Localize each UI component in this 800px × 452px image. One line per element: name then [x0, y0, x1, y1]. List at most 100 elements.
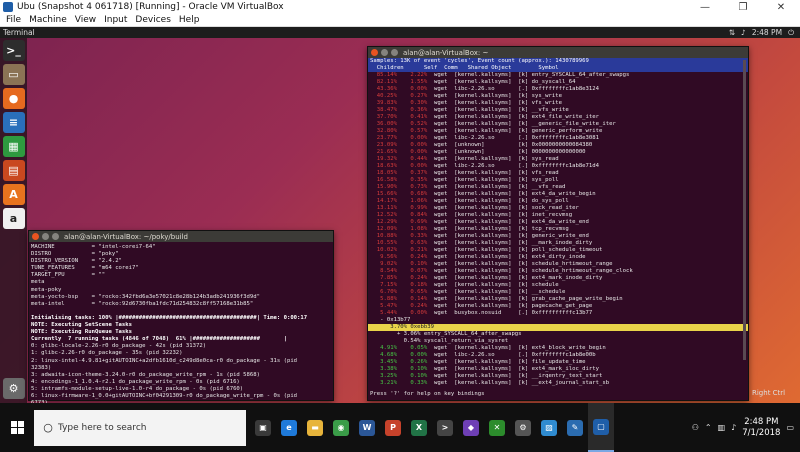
settings-icon[interactable]: ⚙ — [2, 378, 25, 399]
firefox-icon[interactable]: ● — [2, 88, 25, 109]
chevron-up-icon[interactable]: ⌃ — [705, 423, 712, 432]
perf-selected-row[interactable]: 3.70% 0xebb39 — [368, 324, 748, 331]
powerpoint-taskbar-button[interactable]: P — [380, 403, 406, 452]
perf-row[interactable]: 8.54% 0.07% wget [kernel.kallsyms] [k] s… — [368, 268, 748, 275]
menu-machine[interactable]: Machine — [29, 15, 67, 25]
explorer-taskbar-button[interactable]: ▬ — [302, 403, 328, 452]
perf-row[interactable]: 13.11% 0.99% wget [kernel.kallsyms] [k] … — [368, 205, 748, 212]
virtualbox-taskbar-button[interactable]: ▢ — [588, 403, 614, 452]
perf-row[interactable]: 3.21% 0.33% wget [kernel.kallsyms] [k] _… — [368, 380, 748, 387]
close-button[interactable]: ✕ — [762, 2, 800, 13]
maximize-dot-icon[interactable] — [391, 49, 398, 56]
virtualbox-title-bar[interactable]: Ubu (Snapshot 4 061718) [Running] - Orac… — [0, 0, 800, 14]
network-icon[interactable]: ⇅ — [729, 28, 735, 37]
taskbar-clock[interactable]: 2:48 PM 7/1/2018 — [742, 417, 780, 439]
perf-report-terminal[interactable]: alan@alan-VirtualBox: ~ Samples: 13K of … — [367, 46, 749, 401]
excel-taskbar-button[interactable]: X — [406, 403, 432, 452]
poky-build-terminal[interactable]: alan@alan-VirtualBox: ~/poky/build MACHI… — [28, 230, 334, 403]
perf-row[interactable]: 32.80% 0.57% wget [kernel.kallsyms] [k] … — [368, 128, 748, 135]
files-icon[interactable]: ▭ — [2, 64, 25, 85]
perf-row[interactable]: 9.02% 0.10% wget [kernel.kallsyms] [k] s… — [368, 261, 748, 268]
perf-callchain-row[interactable]: + 3.06% entry_SYSCALL_64_after_swapgs — [368, 331, 748, 338]
minimize-button[interactable]: — — [686, 2, 724, 13]
edge-taskbar-button[interactable]: e — [276, 403, 302, 452]
perf-row[interactable]: 10.02% 0.21% wget [kernel.kallsyms] [k] … — [368, 247, 748, 254]
perf-row[interactable]: 16.58% 0.35% wget [kernel.kallsyms] [k] … — [368, 177, 748, 184]
chrome-taskbar-button[interactable]: ◉ — [328, 403, 354, 452]
perf-row[interactable]: 10.55% 0.63% wget [kernel.kallsyms] [k] … — [368, 240, 748, 247]
perf-row[interactable]: 37.70% 0.41% wget [kernel.kallsyms] [k] … — [368, 114, 748, 121]
terminal-title-bar[interactable]: alan@alan-VirtualBox: ~ — [368, 47, 748, 58]
close-dot-icon[interactable] — [32, 233, 39, 240]
menu-help[interactable]: Help — [179, 15, 200, 25]
calc-icon[interactable]: ▦ — [2, 136, 25, 157]
menu-input[interactable]: Input — [104, 15, 127, 25]
notification-icon[interactable]: ▭ — [786, 423, 794, 432]
perf-row[interactable]: 6.70% 0.65% wget [kernel.kallsyms] [k] _… — [368, 289, 748, 296]
perf-row[interactable]: 12.29% 0.69% wget [kernel.kallsyms] [k] … — [368, 219, 748, 226]
perf-row[interactable]: 21.65% 0.00% wget [unknown] [k] 00000000… — [368, 149, 748, 156]
perf-row[interactable]: 43.36% 0.00% wget libc-2.26.so [.] 0xfff… — [368, 86, 748, 93]
amazon-icon[interactable]: a — [2, 208, 25, 229]
terminal-output[interactable]: MACHINE = "intel-corei7-64" DISTRO = "po… — [29, 242, 333, 403]
software-icon[interactable]: A — [2, 184, 25, 205]
perf-row[interactable]: 38.47% 0.36% wget [kernel.kallsyms] [k] … — [368, 107, 748, 114]
restore-button[interactable]: ❐ — [724, 2, 762, 13]
maximize-dot-icon[interactable] — [52, 233, 59, 240]
terminal-icon[interactable]: >_ — [2, 40, 25, 61]
perf-row[interactable]: 5.88% 0.14% wget [kernel.kallsyms] [k] g… — [368, 296, 748, 303]
impress-icon[interactable]: ▤ — [2, 160, 25, 181]
taskbar-search-box[interactable]: ○ Type here to search — [34, 409, 246, 446]
people-icon[interactable]: ⚇ — [692, 423, 699, 432]
perf-row[interactable]: 15.90% 0.73% wget [kernel.kallsyms] [k] … — [368, 184, 748, 191]
perf-row[interactable]: 5.47% 0.24% wget [kernel.kallsyms] [k] p… — [368, 303, 748, 310]
menu-view[interactable]: View — [75, 15, 96, 25]
perf-row[interactable]: 5.44% 0.00% wget busybox.nosuid [.] 0xff… — [368, 310, 748, 317]
perf-row[interactable]: 18.05% 0.37% wget [kernel.kallsyms] [k] … — [368, 170, 748, 177]
perf-callchain-row[interactable]: - 0x13b77 — [368, 317, 748, 324]
word-taskbar-button[interactable]: W — [354, 403, 380, 452]
perf-row[interactable]: 10.88% 0.33% wget [kernel.kallsyms] [k] … — [368, 233, 748, 240]
perf-row[interactable]: 12.52% 0.84% wget [kernel.kallsyms] [k] … — [368, 212, 748, 219]
writer-icon[interactable]: ≡ — [2, 112, 25, 133]
perf-row[interactable]: 3.25% 0.10% wget [kernel.kallsyms] [k] _… — [368, 373, 748, 380]
xbox-taskbar-button[interactable]: ✕ — [484, 403, 510, 452]
perf-row[interactable]: 39.83% 0.30% wget [kernel.kallsyms] [k] … — [368, 100, 748, 107]
perf-row[interactable]: 9.56% 0.24% wget [kernel.kallsyms] [k] e… — [368, 254, 748, 261]
perf-row[interactable]: 36.00% 0.52% wget [kernel.kallsyms] [k] … — [368, 121, 748, 128]
perf-row[interactable]: 82.11% 1.55% wget [kernel.kallsyms] [k] … — [368, 79, 748, 86]
volume-icon[interactable]: ♪ — [731, 423, 736, 432]
perf-report-rows[interactable]: 85.14% 2.22% wget [kernel.kallsyms] [k] … — [368, 72, 748, 387]
menu-file[interactable]: File — [6, 15, 21, 25]
paint-taskbar-button[interactable]: ✎ — [562, 403, 588, 452]
perf-row[interactable]: 18.63% 0.00% wget libc-2.26.so [.] 0xfff… — [368, 163, 748, 170]
perf-row[interactable]: 7.15% 0.18% wget [kernel.kallsyms] [k] s… — [368, 282, 748, 289]
perf-row[interactable]: 3.38% 0.10% wget [kernel.kallsyms] [k] e… — [368, 366, 748, 373]
volume-icon[interactable]: ♪ — [741, 28, 746, 37]
perf-row[interactable]: 7.85% 0.24% wget [kernel.kallsyms] [k] e… — [368, 275, 748, 282]
perf-row[interactable]: 4.91% 0.05% wget [kernel.kallsyms] [k] e… — [368, 345, 748, 352]
perf-row[interactable]: 85.14% 2.22% wget [kernel.kallsyms] [k] … — [368, 72, 748, 79]
perf-row[interactable]: 4.68% 0.00% wget libc-2.26.so [.] 0xffff… — [368, 352, 748, 359]
perf-row[interactable]: 40.25% 0.27% wget [kernel.kallsyms] [k] … — [368, 93, 748, 100]
perf-row[interactable]: 15.66% 0.68% wget [kernel.kallsyms] [k] … — [368, 191, 748, 198]
terminal-title-bar[interactable]: alan@alan-VirtualBox: ~/poky/build — [29, 231, 333, 242]
perf-row[interactable]: 12.09% 1.08% wget [kernel.kallsyms] [k] … — [368, 226, 748, 233]
perf-row[interactable]: 14.17% 1.06% wget [kernel.kallsyms] [k] … — [368, 198, 748, 205]
perf-row[interactable]: 23.77% 0.00% wget libc-2.26.so [.] 0xfff… — [368, 135, 748, 142]
minimize-dot-icon[interactable] — [381, 49, 388, 56]
terminal-taskbar-button[interactable]: > — [432, 403, 458, 452]
settings-taskbar-button[interactable]: ⚙ — [510, 403, 536, 452]
perf-row[interactable]: 19.32% 0.44% wget [kernel.kallsyms] [k] … — [368, 156, 748, 163]
network-icon[interactable]: ▥ — [718, 423, 726, 432]
active-app-name[interactable]: Terminal — [3, 28, 35, 37]
perf-callchain-row[interactable]: 0.54% syscall_return_via_sysret — [368, 338, 748, 345]
minimize-dot-icon[interactable] — [42, 233, 49, 240]
menu-devices[interactable]: Devices — [135, 15, 170, 25]
power-icon[interactable]: ⏻ — [788, 28, 794, 38]
photos-taskbar-button[interactable]: ▨ — [536, 403, 562, 452]
perf-row[interactable]: 3.45% 0.26% wget [kernel.kallsyms] [k] f… — [368, 359, 748, 366]
visual-studio-taskbar-button[interactable]: ◆ — [458, 403, 484, 452]
ubuntu-clock[interactable]: 2:48 PM — [752, 28, 782, 37]
task-view-taskbar-button[interactable]: ▣ — [250, 403, 276, 452]
